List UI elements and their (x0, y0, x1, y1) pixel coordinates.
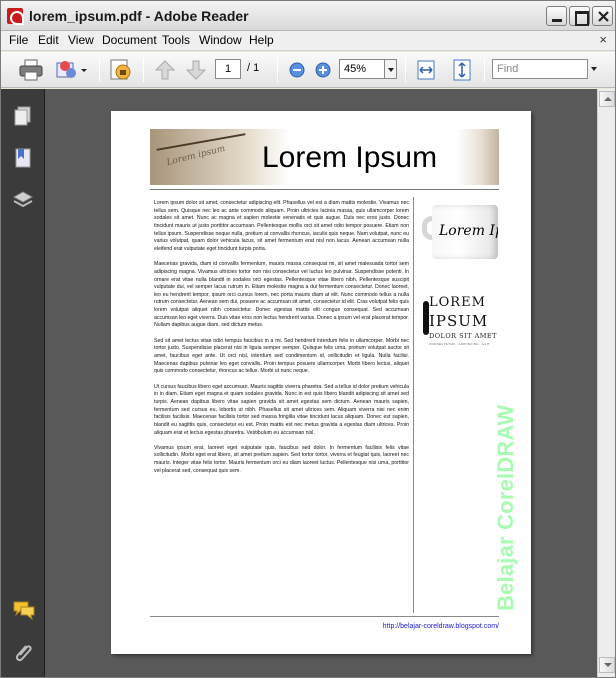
pen-image (156, 133, 246, 151)
page-total: / 1 (247, 62, 260, 74)
fit-page-button[interactable] (451, 57, 473, 83)
column-divider (413, 197, 414, 613)
toolbar-separator (405, 58, 406, 82)
logo-line-2: IPSUM (429, 312, 489, 330)
menu-document[interactable]: Document (102, 33, 157, 47)
paragraph: Ut cursus faucibus libero eget accumsan.… (154, 383, 409, 436)
print-icon (19, 59, 43, 81)
paragraph: Maecenas gravida, diam id convallis ferm… (154, 261, 409, 329)
body-text: Lorem ipsum dolor sit amet, consectetur … (154, 200, 409, 483)
paragraph: Vivamus ipsum erat, laoreet eget vulputa… (154, 444, 409, 474)
find-input[interactable]: Find (492, 59, 588, 79)
header-rule (150, 189, 499, 190)
pdf-page: Lorem ipsum Lorem Ipsum Lorem ipsum dolo… (111, 111, 531, 654)
adobe-reader-window: lorem_ipsum.pdf - Adobe Reader File Edit… (0, 0, 616, 678)
vertical-scrollbar[interactable] (597, 89, 615, 677)
paragraph: Lorem ipsum dolor sit amet, consectetur … (154, 200, 409, 252)
zoom-dropdown-button[interactable] (385, 59, 397, 79)
layers-icon (12, 191, 34, 208)
logo-line-4: CONSECTETUR · ADIPISCING · ELIT (429, 342, 490, 346)
fit-width-button[interactable] (415, 57, 437, 83)
toolbar-separator (99, 58, 100, 82)
find-dropdown-button[interactable] (588, 59, 602, 79)
bookmarks-panel-button[interactable] (12, 147, 34, 174)
title-bar[interactable]: lorem_ipsum.pdf - Adobe Reader (1, 1, 615, 31)
logo-line-1: LOREM (429, 295, 486, 310)
menu-file[interactable]: File (9, 33, 28, 47)
toolbar-separator (143, 58, 144, 82)
menu-view[interactable]: View (68, 33, 94, 47)
lorem-ipsum-logo: LOREM IPSUM DOLOR SIT AMET CONSECTETUR ·… (423, 293, 498, 355)
menu-bar: File Edit View Document Tools Window Hel… (1, 31, 615, 51)
menu-edit[interactable]: Edit (38, 33, 59, 47)
footer-link[interactable]: http://belajar-coreldraw.blogspot.com/ (383, 623, 499, 630)
minimize-button[interactable] (546, 6, 567, 26)
next-page-button[interactable] (184, 57, 208, 83)
toolbar-separator (484, 58, 485, 82)
close-button[interactable] (592, 6, 613, 26)
vertical-watermark-text: Belajar CorelDRAW (493, 404, 518, 611)
bookmarks-icon (15, 148, 31, 168)
previous-page-button[interactable] (153, 57, 177, 83)
navigation-panel (1, 89, 45, 677)
fit-page-icon (453, 59, 471, 81)
email-icon (56, 61, 87, 78)
mug-text: Lorem Ipsum (439, 223, 498, 239)
comments-panel-button[interactable] (12, 599, 36, 626)
attachments-panel-button[interactable] (12, 641, 34, 670)
comments-icon (13, 601, 35, 621)
document-close-button[interactable]: × (599, 32, 607, 47)
prev-page-icon (154, 60, 176, 80)
menu-tools[interactable]: Tools (162, 33, 190, 47)
menu-window[interactable]: Window (199, 33, 242, 47)
footer-rule (150, 616, 499, 617)
document-viewport[interactable]: Lorem ipsum Lorem Ipsum Lorem ipsum dolo… (45, 89, 597, 677)
layers-panel-button[interactable] (12, 189, 34, 216)
secure-icon (110, 59, 131, 80)
mug-image: Lorem Ipsum (422, 202, 498, 260)
page-number-input[interactable]: 1 (215, 59, 241, 79)
maximize-button[interactable] (569, 6, 590, 26)
zoom-level-input[interactable]: 45% (339, 59, 385, 79)
scroll-down-button[interactable] (599, 657, 615, 673)
header-banner: Lorem ipsum Lorem Ipsum (150, 129, 499, 185)
window-title: lorem_ipsum.pdf - Adobe Reader (29, 8, 249, 24)
email-button[interactable] (53, 57, 89, 83)
paragraph: Sed sit amet lectus vitae odio tempus fa… (154, 337, 409, 375)
secure-button[interactable] (105, 57, 135, 83)
zoom-out-button[interactable] (287, 57, 307, 83)
adobe-reader-icon (7, 8, 24, 25)
print-button[interactable] (17, 57, 45, 83)
pages-icon (14, 106, 31, 126)
toolbar: 1 / 1 45% Find (1, 52, 615, 88)
zoom-out-icon (289, 62, 305, 78)
logo-line-3: DOLOR SIT AMET (429, 332, 497, 340)
next-page-icon (185, 60, 207, 80)
pages-panel-button[interactable] (12, 105, 34, 132)
zoom-in-icon (315, 62, 331, 78)
zoom-in-button[interactable] (313, 57, 333, 83)
fit-width-icon (417, 60, 435, 80)
toolbar-separator (277, 58, 278, 82)
menu-help[interactable]: Help (249, 33, 274, 47)
document-title: Lorem Ipsum (262, 141, 438, 174)
close-icon (598, 11, 609, 22)
scroll-up-button[interactable] (599, 91, 615, 107)
attachments-icon (15, 645, 32, 662)
